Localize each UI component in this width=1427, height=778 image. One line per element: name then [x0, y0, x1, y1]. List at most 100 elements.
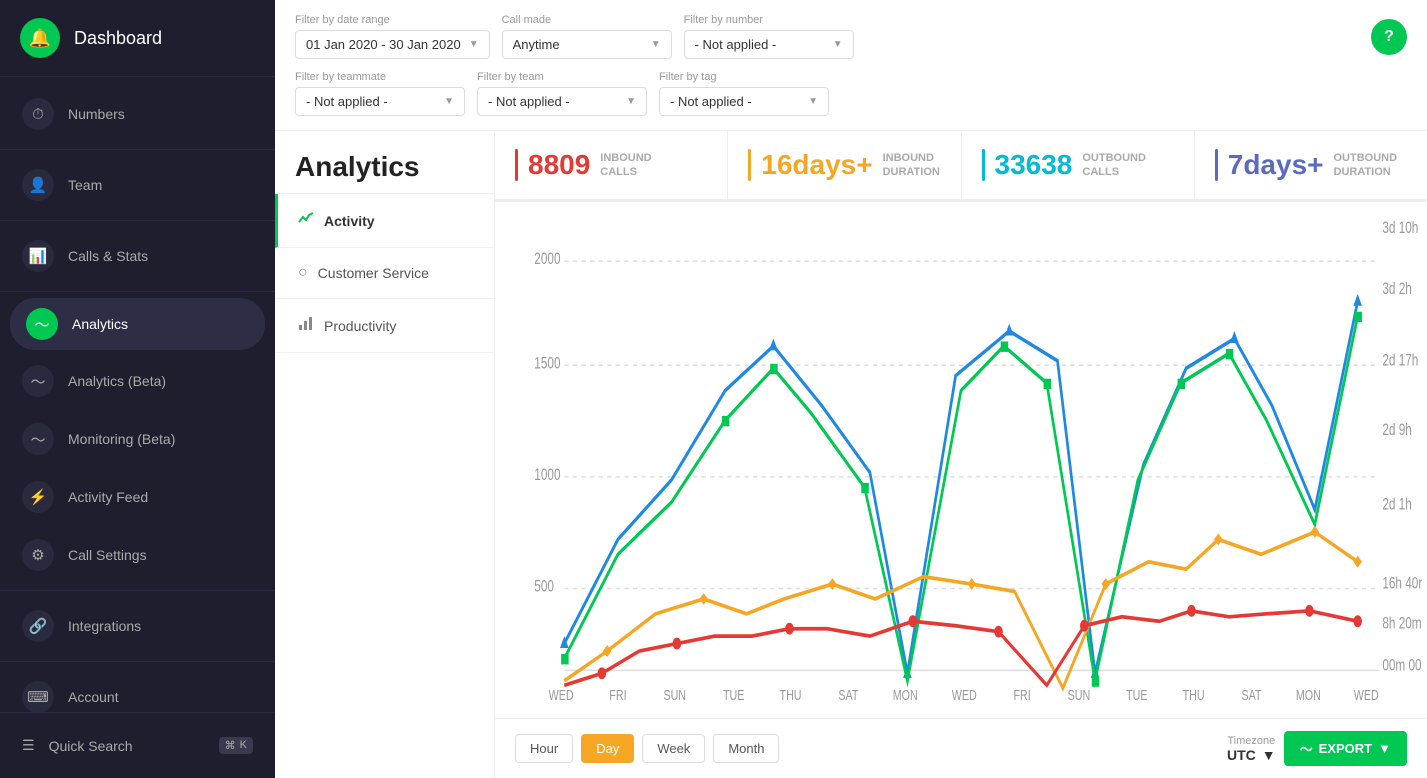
svg-text:THU: THU	[780, 686, 802, 703]
svg-text:1000: 1000	[534, 466, 560, 484]
activity-chart-icon	[298, 210, 314, 231]
svg-text:THU: THU	[1183, 686, 1205, 703]
sidebar-nav: ⏱ Numbers 👤 Team 📊 Calls & Stats 〜 Analy…	[0, 77, 275, 712]
menu-item-customer-service[interactable]: ○ Customer Service	[275, 248, 494, 299]
sidebar-item-numbers[interactable]: ⏱ Numbers	[0, 85, 275, 143]
stat-outbound-duration: 7days+ OUTBOUNDDURATION	[1195, 131, 1427, 199]
filter-number-label: Filter by number	[684, 14, 854, 26]
svg-text:WED: WED	[952, 686, 977, 703]
outbound-duration-number: 7days+	[1228, 149, 1324, 181]
analytics-icon: 〜	[26, 308, 58, 340]
timezone-value: UTC	[1227, 747, 1256, 763]
menu-item-activity[interactable]: Activity	[275, 194, 494, 248]
filter-bar: Filter by date range 01 Jan 2020 - 30 Ja…	[275, 0, 1427, 131]
teammate-label: Filter by teammate	[295, 71, 465, 83]
outbound-calls-number: 33638	[995, 149, 1073, 181]
tag-select[interactable]: - Not applied - ▼	[659, 87, 829, 116]
analytics-chart: 2000 1500 1000 500 3d 10h 3d 2h 2d 17h 2…	[500, 212, 1422, 718]
tag-value: - Not applied -	[670, 94, 752, 109]
page-title: Analytics	[275, 131, 494, 194]
stats-icon: 📊	[22, 240, 54, 272]
tag-label: Filter by tag	[659, 71, 829, 83]
svg-text:SUN: SUN	[663, 686, 686, 703]
hour-button[interactable]: Hour	[515, 734, 573, 763]
sidebar-item-monitoring[interactable]: 〜 Monitoring (Beta)	[0, 410, 275, 468]
shortcut-cmd: ⌘	[225, 739, 236, 752]
date-range-select[interactable]: 01 Jan 2020 - 30 Jan 2020 ▼	[295, 30, 490, 59]
svg-text:2000: 2000	[534, 250, 560, 268]
svg-text:TUE: TUE	[723, 686, 745, 703]
settings-icon: ⚙	[22, 539, 54, 571]
inbound-duration-label: INBOUNDDURATION	[883, 151, 940, 180]
stat-divider-inbound-dur	[748, 149, 751, 181]
svg-text:00m 00s: 00m 00s	[1382, 657, 1422, 675]
chevron-down-icon-5: ▼	[626, 96, 636, 107]
filter-row-2: Filter by teammate - Not applied - ▼ Fil…	[295, 71, 1407, 116]
chevron-down-icon-4: ▼	[444, 96, 454, 107]
month-button[interactable]: Month	[713, 734, 779, 763]
sidebar-item-activity-feed[interactable]: ⚡ Activity Feed	[0, 468, 275, 526]
timezone-select[interactable]: UTC ▼	[1227, 747, 1276, 763]
menu-item-productivity[interactable]: Productivity	[275, 299, 494, 353]
svg-text:3d 10h: 3d 10h	[1382, 219, 1418, 237]
timezone-label: Timezone	[1227, 735, 1275, 747]
export-button[interactable]: 〜 EXPORT ▼	[1284, 731, 1407, 766]
team-value: - Not applied -	[488, 94, 570, 109]
timezone-chevron-icon: ▼	[1262, 747, 1276, 763]
analytics-beta-icon: 〜	[22, 365, 54, 397]
filter-number: Filter by number - Not applied - ▼	[684, 14, 854, 59]
svg-text:SUN: SUN	[1068, 686, 1091, 703]
stat-divider-inbound	[515, 149, 518, 181]
nav-divider-4	[0, 590, 275, 591]
chart-container: 2000 1500 1000 500 3d 10h 3d 2h 2d 17h 2…	[495, 202, 1427, 718]
filter-teammate: Filter by teammate - Not applied - ▼	[295, 71, 465, 116]
stat-divider-outbound-dur	[1215, 149, 1218, 181]
stat-inbound-duration: 16days+ INBOUNDDURATION	[728, 131, 961, 199]
productivity-icon	[298, 315, 314, 336]
quick-search[interactable]: ☰ Quick Search ⌘ K	[0, 725, 275, 766]
filter-number-select[interactable]: - Not applied - ▼	[684, 30, 854, 59]
sidebar-item-analytics[interactable]: 〜 Analytics	[10, 298, 265, 350]
call-made-select[interactable]: Anytime ▼	[502, 30, 672, 59]
analytics-body: Analytics Activity ○ Customer Service	[275, 131, 1427, 778]
date-range-label: Filter by date range	[295, 14, 490, 26]
team-select[interactable]: - Not applied - ▼	[477, 87, 647, 116]
help-button[interactable]: ?	[1371, 19, 1407, 55]
quick-search-label: Quick Search	[49, 738, 133, 754]
chart-area: 8809 INBOUNDCALLS 16days+ INBOUNDDURATIO…	[495, 131, 1427, 778]
menu-label-customer-service: Customer Service	[318, 265, 429, 281]
app-title: Dashboard	[74, 28, 162, 49]
sidebar-item-call-settings[interactable]: ⚙ Call Settings	[0, 526, 275, 584]
stat-outbound-calls: 33638 OUTBOUNDCALLS	[962, 131, 1195, 199]
filter-team: Filter by team - Not applied - ▼	[477, 71, 647, 116]
app-logo[interactable]: 🔔	[20, 18, 60, 58]
day-button[interactable]: Day	[581, 734, 634, 763]
search-icon: ☰	[22, 737, 35, 754]
sidebar-item-account[interactable]: ⌨ Account	[0, 668, 275, 712]
week-button[interactable]: Week	[642, 734, 705, 763]
sidebar-item-calls-stats[interactable]: 📊 Calls & Stats	[0, 227, 275, 285]
sidebar-item-team[interactable]: 👤 Team	[0, 156, 275, 214]
sidebar-item-analytics-beta[interactable]: 〜 Analytics (Beta)	[0, 352, 275, 410]
sidebar-label-monitoring: Monitoring (Beta)	[68, 431, 175, 447]
chart-controls: Hour Day Week Month Timezone UTC ▼ 〜 EXP…	[495, 718, 1427, 778]
filter-tag: Filter by tag - Not applied - ▼	[659, 71, 829, 116]
sidebar-bottom: ☰ Quick Search ⌘ K	[0, 712, 275, 778]
stat-inbound-calls: 8809 INBOUNDCALLS	[495, 131, 728, 199]
svg-text:1500: 1500	[534, 354, 560, 372]
export-label: EXPORT	[1319, 741, 1372, 756]
shortcut-badge: ⌘ K	[219, 737, 253, 754]
teammate-select[interactable]: - Not applied - ▼	[295, 87, 465, 116]
nav-divider-2	[0, 220, 275, 221]
sidebar-label-integrations: Integrations	[68, 618, 141, 634]
date-range-value: 01 Jan 2020 - 30 Jan 2020	[306, 37, 461, 52]
nav-divider-3	[0, 291, 275, 292]
svg-text:16h 40m: 16h 40m	[1382, 575, 1422, 593]
sidebar-label-account: Account	[68, 689, 119, 705]
svg-text:WED: WED	[1354, 686, 1379, 703]
integrations-icon: 🔗	[22, 610, 54, 642]
sidebar-label-analytics-beta: Analytics (Beta)	[68, 373, 166, 389]
sidebar-item-integrations[interactable]: 🔗 Integrations	[0, 597, 275, 655]
svg-text:FRI: FRI	[1013, 686, 1030, 703]
export-dropdown-icon: ▼	[1378, 741, 1391, 756]
